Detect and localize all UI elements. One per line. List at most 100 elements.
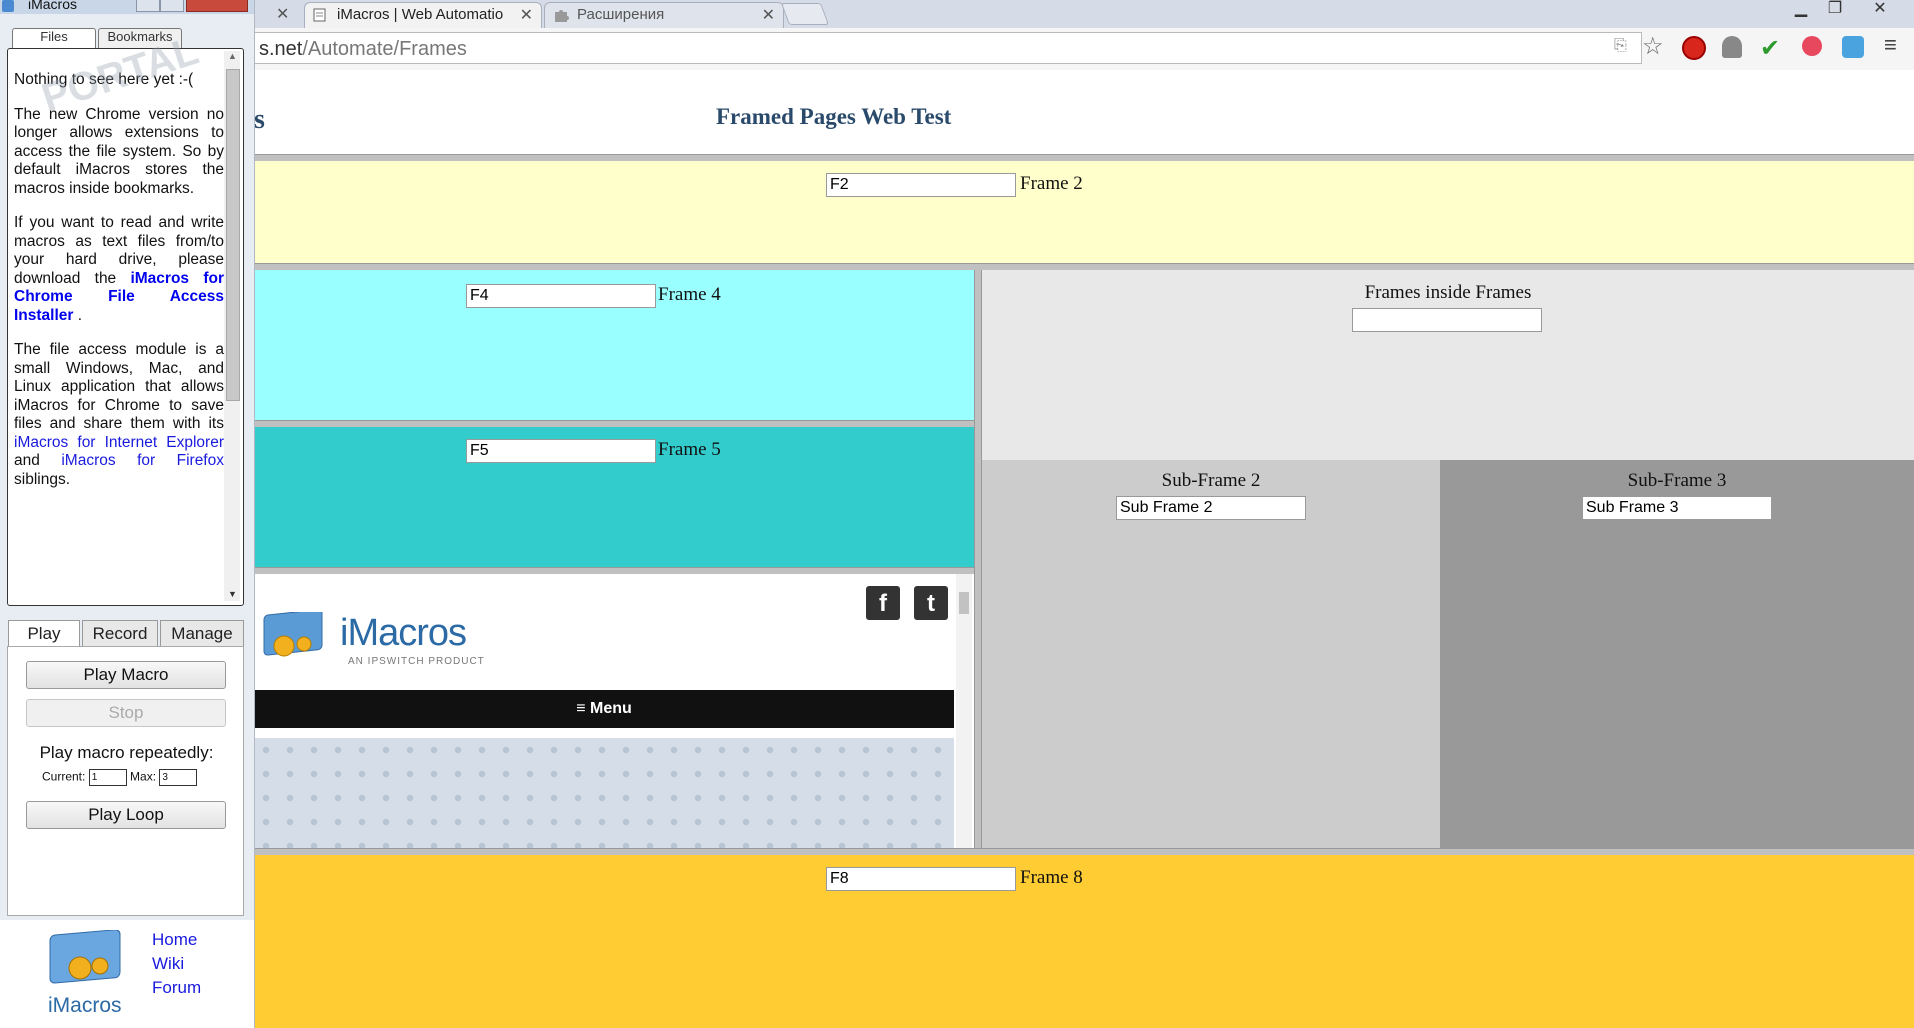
frame5-label: Frame 5 — [658, 439, 721, 460]
current-label: Current: — [42, 769, 86, 784]
subframe3-label: Sub-Frame 3 — [1627, 470, 1727, 491]
frame4-input[interactable] — [466, 284, 656, 308]
frame-5: Frame 5 — [254, 427, 974, 567]
embed-brand: iMacros — [340, 612, 467, 654]
frame-8: Frame 8 — [254, 855, 1914, 1028]
translate-icon[interactable]: ⎘ — [1614, 37, 1627, 55]
frame-border — [974, 270, 982, 848]
chrome-notice: The new Chrome version no longer allows … — [14, 105, 224, 197]
close-icon[interactable]: ✕ — [762, 5, 775, 25]
download-end: . — [77, 306, 83, 324]
sub-frame-2: Sub-Frame 2 — [982, 460, 1440, 848]
subframe2-label: Sub-Frame 2 — [1161, 470, 1261, 491]
play-macro-button[interactable]: Play Macro — [26, 661, 226, 689]
tab-close-icon[interactable]: ✕ — [276, 4, 289, 24]
stop-button[interactable]: Stop — [26, 699, 226, 727]
tab-bookmarks[interactable]: Bookmarks — [98, 28, 182, 48]
max-label: Max: — [130, 769, 157, 784]
forum-link[interactable]: Forum — [152, 978, 201, 998]
imacros-small-icon — [2, 0, 14, 12]
module-text: The file access module is a small Window… — [14, 341, 224, 432]
siblings-text: siblings. — [14, 470, 70, 488]
files-list: Nothing to see here yet :-( The new Chro… — [7, 48, 244, 606]
repeat-label: Play macro repeatedly: — [39, 743, 214, 762]
new-tab-button[interactable] — [780, 3, 830, 25]
play-panel: Play Macro Stop Play macro repeatedly: C… — [7, 646, 244, 916]
footer-brand: iMacros — [48, 994, 122, 1017]
star-icon[interactable]: ☆ — [1642, 32, 1664, 61]
tab-imacros[interactable]: iMacros | Web Automatio ✕ — [304, 2, 542, 28]
imacros-ie-link[interactable]: iMacros for Internet Explorer — [14, 434, 224, 451]
tab-play[interactable]: Play — [8, 620, 80, 646]
frame-header: s Framed Pages Web Test — [254, 70, 1914, 154]
partial-letter: s — [254, 104, 265, 135]
puzzle-icon — [553, 8, 569, 22]
frame-2: Frame 2 — [254, 161, 1914, 263]
panel-footer: iMacros Home Wiki Forum — [0, 920, 254, 1028]
embed-scroll-thumb[interactable] — [959, 592, 969, 614]
omnibox-bar: s.net/Automate/Frames ⎘ ☆ ✔ ≡ — [0, 28, 1914, 71]
tab-extensions[interactable]: Расширения ✕ — [544, 2, 784, 28]
max-input[interactable]: 3 — [159, 769, 198, 786]
panel-max-button[interactable] — [160, 0, 184, 12]
frame2-label: Frame 2 — [1020, 173, 1083, 194]
frame8-input[interactable] — [826, 867, 1016, 891]
scroll-down-icon[interactable]: ▼ — [228, 589, 237, 599]
menu-label: ≡ Menu — [576, 700, 632, 717]
ghostery-icon[interactable] — [1722, 36, 1742, 58]
page-title: Framed Pages Web Test — [716, 104, 952, 129]
frame4-label: Frame 4 — [658, 284, 721, 305]
menu-icon[interactable]: ≡ — [1884, 32, 1897, 58]
scroll-up-icon[interactable]: ▲ — [228, 51, 237, 61]
download-notice: If you want to read and write macros as … — [14, 214, 224, 325]
close-window-button[interactable]: ✕ — [1862, 0, 1898, 20]
lastpass-icon[interactable] — [1802, 36, 1822, 56]
imacros-panel: iMacros Files Bookmarks Nothing to see h… — [0, 0, 255, 1028]
browser-tabstrip: ✕ iMacros | Web Automatio ✕ Расширения ✕… — [0, 0, 1914, 28]
url-host: s.net — [259, 38, 303, 60]
home-link[interactable]: Home — [152, 930, 197, 950]
frame8-label: Frame 8 — [1020, 867, 1083, 888]
sub-frame-3: Sub-Frame 3 — [1440, 460, 1914, 848]
loop-counters: Current: 1 Max: 3 — [42, 769, 198, 786]
subframe2-input[interactable] — [1116, 496, 1306, 520]
tab-title: iMacros | Web Automatio — [337, 6, 504, 23]
imacros-firefox-link[interactable]: iMacros for Firefox — [61, 452, 224, 469]
play-loop-button[interactable]: Play Loop — [26, 801, 226, 829]
frame2-input[interactable] — [826, 173, 1016, 197]
panel-titlebar: iMacros — [0, 0, 254, 14]
tumblr-button[interactable]: t — [914, 586, 948, 620]
frames-inside-input[interactable] — [1352, 308, 1542, 332]
files-message: Nothing to see here yet :-( The new Chro… — [14, 71, 224, 505]
url-path: /Automate/Frames — [302, 38, 467, 60]
imacros-logo-icon — [258, 609, 328, 664]
document-icon — [313, 8, 329, 22]
adblock-icon[interactable] — [1682, 36, 1706, 60]
menu-bar[interactable]: ≡ Menu — [254, 690, 954, 728]
tab-manage[interactable]: Manage — [160, 620, 244, 646]
address-bar[interactable]: s.net/Automate/Frames — [252, 32, 1642, 64]
imacros-ext-icon[interactable] — [1842, 36, 1864, 58]
tab-record[interactable]: Record — [82, 620, 158, 646]
page-viewport: s Framed Pages Web Test Frame 2 Frame 4 … — [254, 70, 1914, 1028]
frame5-input[interactable] — [466, 439, 656, 463]
dotted-band — [254, 738, 954, 848]
frames-inside-frames: Frames inside Frames — [982, 270, 1914, 460]
subframe3-input[interactable] — [1582, 496, 1772, 520]
restore-button[interactable]: ❐ — [1820, 0, 1850, 20]
files-scroll-thumb[interactable] — [226, 69, 240, 401]
imacros-logo-icon — [44, 929, 128, 992]
shield-check-icon[interactable]: ✔ — [1760, 34, 1780, 63]
empty-message: Nothing to see here yet :-( — [14, 71, 194, 88]
embed-scrollbar[interactable] — [956, 574, 972, 848]
panel-close-button[interactable] — [186, 0, 248, 12]
facebook-button[interactable]: f — [866, 586, 900, 620]
panel-min-button[interactable] — [136, 0, 160, 12]
tab-files[interactable]: Files — [12, 28, 96, 48]
minimize-button[interactable]: ▁ — [1786, 0, 1816, 20]
wiki-link[interactable]: Wiki — [152, 954, 184, 974]
close-icon[interactable]: ✕ — [520, 5, 533, 25]
frames-inside-label: Frames inside Frames — [1364, 282, 1532, 303]
current-input[interactable]: 1 — [88, 769, 127, 786]
embed-tagline: AN IPSWITCH PRODUCT — [348, 656, 485, 667]
